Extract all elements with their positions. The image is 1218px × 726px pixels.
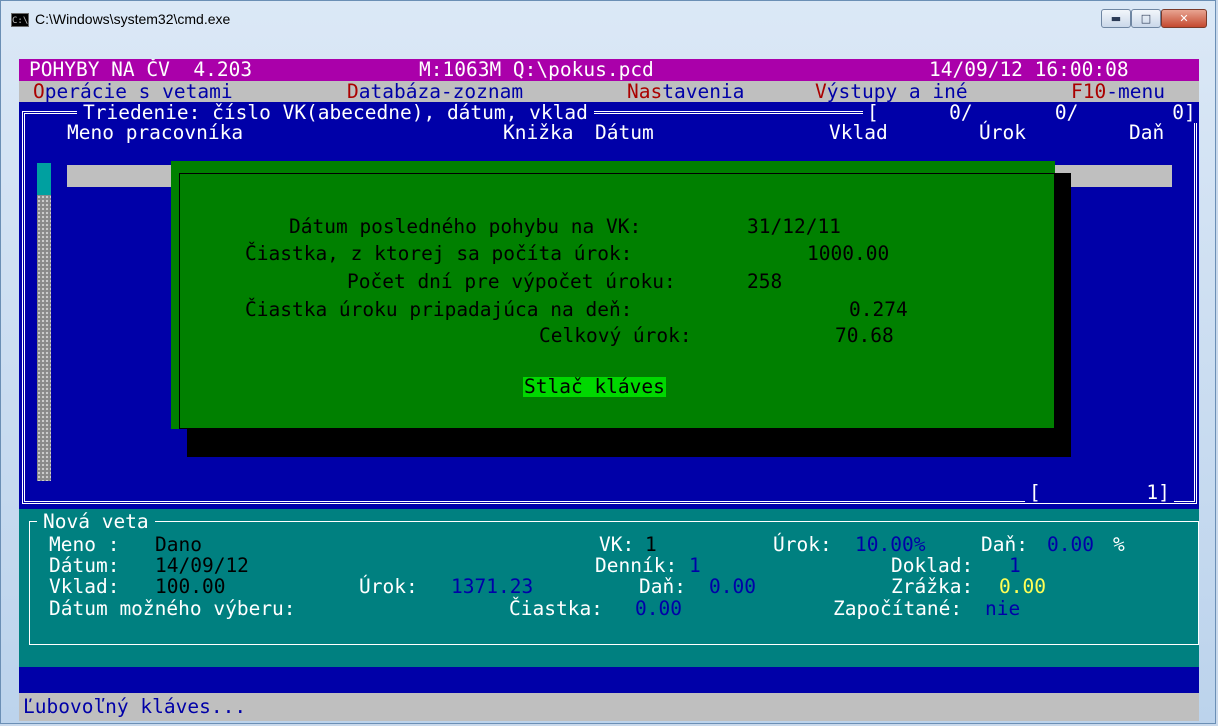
menu-item-operations[interactable]: Operácie s vetami xyxy=(33,82,233,102)
spacer-strip xyxy=(19,667,1199,693)
dialog-value-days: 258 xyxy=(747,270,783,293)
date-label: Dátum: xyxy=(49,554,120,577)
minimize-button[interactable]: ▬ xyxy=(1101,9,1131,28)
rate-label: Úrok: xyxy=(773,533,832,556)
date-value[interactable]: 14/09/12 xyxy=(155,556,249,576)
press-key-button[interactable]: Stlač kláves xyxy=(523,377,666,397)
tax-rate-label: Daň: xyxy=(981,533,1028,556)
amount-value[interactable]: 0.00 xyxy=(635,599,682,619)
dialog-label-daily-interest: Čiastka úroku pripadajúca na deň: xyxy=(245,298,633,321)
tax-label: Daň: xyxy=(639,575,686,598)
name-label: Meno : xyxy=(49,533,120,556)
tax-value[interactable]: 0.00 xyxy=(709,577,756,597)
counted-value[interactable]: nie xyxy=(985,599,1020,619)
close-button[interactable]: ✕ xyxy=(1161,9,1207,28)
console-window: C:\ C:\Windows\system32\cmd.exe ▬ □ ✕ PO… xyxy=(0,0,1216,724)
dialog-value-base-amount: 1000.00 xyxy=(807,242,890,265)
cmd-icon[interactable]: C:\ xyxy=(11,13,29,27)
column-tax[interactable]: Daň xyxy=(1129,123,1164,143)
tax-rate-value[interactable]: 0.00 xyxy=(1047,535,1094,555)
page-indicator: [ 1] xyxy=(1025,483,1174,503)
maximize-button[interactable]: □ xyxy=(1131,9,1161,28)
amount-label: Čiastka: xyxy=(509,597,603,620)
menu-item-database[interactable]: Databáza-zoznam xyxy=(347,82,523,102)
dialog-value-total-interest: 70.68 xyxy=(835,324,894,347)
vk-value[interactable]: 1 xyxy=(645,535,657,555)
tax-rate-unit: % xyxy=(1113,533,1125,556)
dialog-value-daily-interest: 0.274 xyxy=(849,298,908,321)
counted-label: Započítané: xyxy=(833,597,963,620)
doc-value[interactable]: 1 xyxy=(1009,556,1021,576)
deposit-label: Vklad: xyxy=(49,575,120,598)
menu-item-outputs[interactable]: Výstupy a iné xyxy=(815,82,968,102)
vk-label: VK: xyxy=(599,533,635,556)
list-counters: [ 0/ 0/ 0] xyxy=(863,103,1199,123)
rate-value[interactable]: 10.00% xyxy=(855,535,925,555)
app-title: POHYBY NA ČV 4.203 xyxy=(29,59,253,81)
column-deposit[interactable]: Vklad xyxy=(829,123,888,143)
window-title: C:\Windows\system32\cmd.exe xyxy=(35,11,231,27)
scrollbar-thumb[interactable] xyxy=(37,163,51,195)
dialog-label-total-interest: Celkový úrok: xyxy=(539,324,692,347)
menu-item-settings[interactable]: Nastavenia xyxy=(627,82,744,102)
interest-label: Úrok: xyxy=(359,575,418,598)
console-area[interactable]: POHYBY NA ČV 4.203 M:1063M Q:\pokus.pcd … xyxy=(19,59,1199,721)
file-path: M:1063M Q:\pokus.pcd xyxy=(419,59,654,81)
sort-label: Triedenie: číslo VK(abecedne), dátum, vk… xyxy=(77,103,594,123)
prompt-text: Ľubovoľný kláves... xyxy=(23,695,247,718)
deduction-label: Zrážka: xyxy=(891,575,974,598)
journal-value[interactable]: 1 xyxy=(689,556,701,576)
journal-label: Denník: xyxy=(595,554,678,577)
dialog-value-last-move: 31/12/11 xyxy=(747,215,841,238)
deduction-value[interactable]: 0.00 xyxy=(999,577,1046,597)
withdraw-date-label: Dátum možného výberu: xyxy=(49,597,296,620)
deposit-value[interactable]: 100.00 xyxy=(155,577,225,597)
dialog-label-last-move: Dátum posledného pohybu na VK: xyxy=(289,215,642,238)
menu-item-f10[interactable]: F10-menu xyxy=(1071,82,1165,102)
column-interest[interactable]: Úrok xyxy=(979,123,1026,143)
column-name[interactable]: Meno pracovníka xyxy=(67,123,243,143)
record-title: Nová veta xyxy=(37,512,155,532)
doc-label: Doklad: xyxy=(891,554,974,577)
title-bar[interactable]: C:\ C:\Windows\system32\cmd.exe ▬ □ ✕ xyxy=(1,1,1217,41)
name-value[interactable]: Dano xyxy=(155,535,202,555)
dialog-label-days: Počet dní pre výpočet úroku: xyxy=(347,270,676,293)
column-book[interactable]: Knižka xyxy=(503,123,573,143)
dialog-label-base-amount: Čiastka, z ktorej sa počíta úrok: xyxy=(245,242,633,265)
column-date[interactable]: Dátum xyxy=(595,123,654,143)
scrollbar[interactable] xyxy=(37,163,51,481)
interest-value[interactable]: 1371.23 xyxy=(451,577,533,597)
datetime: 14/09/12 16:00:08 xyxy=(929,59,1129,81)
